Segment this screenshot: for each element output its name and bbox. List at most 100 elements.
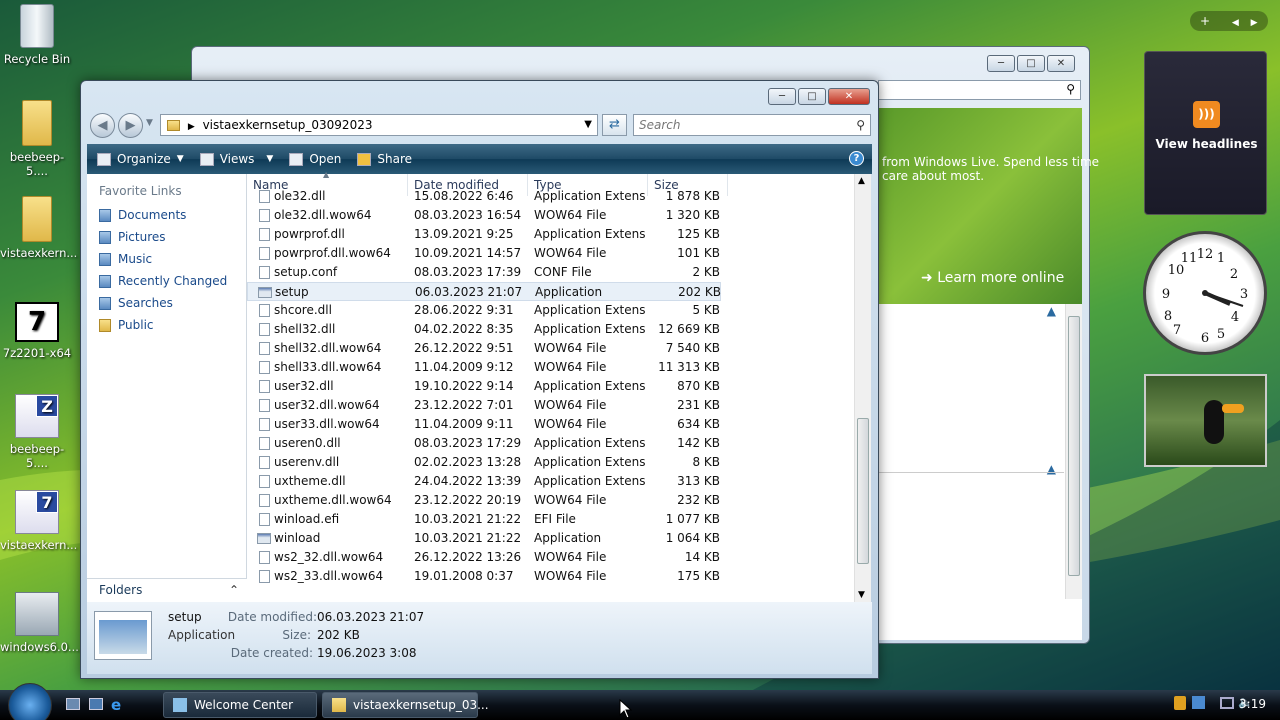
display-icon[interactable] <box>1220 697 1234 709</box>
taskbar-item-welcome-center[interactable]: Welcome Center <box>163 692 317 718</box>
help-icon[interactable]: ? <box>849 151 864 166</box>
maximize-button[interactable]: □ <box>798 88 826 105</box>
table-row[interactable]: shcore.dll 28.06.2022 9:31 Application Ext… <box>247 301 721 320</box>
add-gadget-icon[interactable]: + <box>1200 14 1210 28</box>
shield-icon[interactable] <box>1174 696 1186 710</box>
network-icon[interactable] <box>1192 696 1205 709</box>
learn-more-link[interactable]: ➜ Learn more online <box>921 270 1064 286</box>
file-name: shell32.dll.wow64 <box>274 341 382 355</box>
table-row[interactable]: user33.dll.wow64 11.04.2009 9:11 WOW64 Fil… <box>247 415 721 434</box>
explorer-window[interactable]: ─ □ ✕ ◀ ▶ ▼ ▶ vistaexkernsetup_03092023 … <box>80 80 879 679</box>
back-button[interactable]: ◀ <box>90 113 115 138</box>
table-row[interactable]: winload 10.03.2021 21:22 Application 1 064 … <box>247 529 721 548</box>
table-row[interactable]: setup 06.03.2023 21:07 Application 202 KB <box>247 282 721 301</box>
close-button[interactable]: ✕ <box>1047 55 1075 72</box>
documents-icon <box>99 208 111 222</box>
file-name: uxtheme.dll.wow64 <box>274 493 392 507</box>
table-row[interactable]: ole32.dll.wow64 08.03.2023 16:54 WOW64 Fil… <box>247 206 721 225</box>
search-box[interactable]: ⚲ <box>878 80 1081 100</box>
desktop-icon-7z[interactable]: 7 7z2201-x64 <box>0 302 74 360</box>
open-button[interactable]: Open <box>289 152 341 166</box>
switch-windows-icon[interactable] <box>89 698 103 710</box>
desktop-icon-beebeep-folder[interactable]: beebeep-5.... <box>0 100 74 178</box>
taskbar-clock[interactable]: 3:19 <box>1239 697 1266 711</box>
table-row[interactable]: powrprof.dll 13.09.2021 9:25 Application E… <box>247 225 721 244</box>
taskbar-item-explorer[interactable]: vistaexkernsetup_03... <box>322 692 489 718</box>
table-row[interactable]: shell32.dll 04.02.2022 8:35 Application Ex… <box>247 320 721 339</box>
address-dropdown-icon[interactable]: ▼ <box>584 115 592 135</box>
view-headlines-label[interactable]: View headlines <box>1145 137 1268 151</box>
close-button[interactable]: ✕ <box>828 88 870 105</box>
minimize-button[interactable]: ─ <box>987 55 1015 72</box>
share-button[interactable]: Share <box>357 152 412 166</box>
file-date: 26.12.2022 13:26 <box>414 550 522 564</box>
desktop-icon-beebeep-zip[interactable]: Z beebeep-5.... <box>0 394 74 470</box>
table-row[interactable]: powrprof.dll.wow64 10.09.2021 14:57 WOW64 … <box>247 244 721 263</box>
scrollbar[interactable]: ▲ ▼ <box>854 174 871 602</box>
mouse-cursor-icon <box>619 699 633 719</box>
sidebar-controls[interactable]: + ◀ ▶ <box>1190 11 1268 31</box>
table-row[interactable]: uxtheme.dll 24.04.2022 13:39 Application E… <box>247 472 721 491</box>
nav-link-public[interactable]: Public <box>99 316 154 334</box>
table-row[interactable]: useren0.dll 08.03.2023 17:29 Application E… <box>247 434 721 453</box>
search-input[interactable]: Search ⚲ <box>633 114 871 136</box>
collapse-icon[interactable]: ▲ <box>1047 304 1056 318</box>
table-row[interactable]: winload.efi 10.03.2021 21:22 EFI File 1 077… <box>247 510 721 529</box>
table-row[interactable]: ws2_33.dll.wow64 19.01.2008 0:37 WOW64 Fil… <box>247 567 721 586</box>
maximize-button[interactable]: □ <box>1017 55 1045 72</box>
slideshow-gadget[interactable] <box>1144 374 1267 467</box>
minimize-button[interactable]: ─ <box>768 88 796 105</box>
folders-toggle[interactable]: Folders ⌃ <box>87 578 247 602</box>
feed-headlines-gadget[interactable]: ))) View headlines <box>1144 51 1267 215</box>
file-type: WOW64 File <box>534 360 607 374</box>
desktop-icon-recycle-bin[interactable]: Recycle Bin <box>0 4 74 66</box>
table-row[interactable]: user32.dll 19.10.2022 9:14 Application Ext… <box>247 377 721 396</box>
scroll-thumb[interactable] <box>857 418 869 564</box>
file-name: winload <box>274 531 321 545</box>
recent-pages-icon[interactable]: ▼ <box>146 118 153 128</box>
forward-button[interactable]: ▶ <box>118 113 143 138</box>
collapse-icon[interactable]: ▲ <box>1047 462 1056 476</box>
table-row[interactable]: ole32.dll 15.08.2022 6:46 Application Exte… <box>247 187 721 206</box>
nav-link-pictures[interactable]: Pictures <box>99 228 166 246</box>
scroll-down-icon[interactable]: ▼ <box>858 590 865 600</box>
application-icon <box>257 533 271 544</box>
internet-explorer-icon[interactable]: e <box>111 696 121 714</box>
search-icon[interactable]: ⚲ <box>856 115 865 135</box>
refresh-button[interactable]: ⇄ <box>602 114 627 136</box>
desktop-icon-vistaexkern-zip[interactable]: 7 vistaexkern... <box>0 490 77 552</box>
file-type: Application Extens... <box>534 379 646 393</box>
scrollbar[interactable] <box>1065 304 1082 599</box>
breadcrumb-arrow-icon[interactable]: ▶ <box>188 122 195 132</box>
nav-link-searches[interactable]: Searches <box>99 294 173 312</box>
details-pane: setup Application Date modified: 06.03.2… <box>87 602 872 674</box>
organize-button[interactable]: Organize ▼ <box>97 152 184 166</box>
address-bar[interactable]: ▶ vistaexkernsetup_03092023 ▼ <box>160 114 598 136</box>
table-row[interactable]: ws2_32.dll.wow64 26.12.2022 13:26 WOW64 Fi… <box>247 548 721 567</box>
breadcrumb[interactable]: vistaexkernsetup_03092023 <box>203 118 373 132</box>
nav-link-recently-changed[interactable]: Recently Changed <box>99 272 227 290</box>
table-row[interactable]: uxtheme.dll.wow64 23.12.2022 20:19 WOW64 F… <box>247 491 721 510</box>
table-row[interactable]: shell32.dll.wow64 26.12.2022 9:51 WOW64 Fi… <box>247 339 721 358</box>
table-row[interactable]: shell33.dll.wow64 11.04.2009 9:12 WOW64 Fi… <box>247 358 721 377</box>
start-button[interactable] <box>8 683 52 720</box>
file-name: shell33.dll.wow64 <box>274 360 382 374</box>
desktop-icon-vistaexkern-folder[interactable]: vistaexkern... <box>0 196 77 260</box>
table-row[interactable]: userenv.dll 02.02.2023 13:28 Application E… <box>247 453 721 472</box>
views-button[interactable]: Views ▼ <box>199 152 273 166</box>
nav-link-documents[interactable]: Documents <box>99 206 186 224</box>
nav-link-music[interactable]: Music <box>99 250 152 268</box>
svg-text:3: 3 <box>1240 287 1248 302</box>
clock-gadget[interactable]: 12 2 3 467 8 9 10 1 5 11 <box>1143 231 1267 355</box>
table-row[interactable]: setup.conf 08.03.2023 17:39 CONF File 2 KB <box>247 263 721 282</box>
show-desktop-icon[interactable] <box>66 698 80 710</box>
zip-icon: 7 <box>15 490 59 534</box>
previous-icon[interactable]: ◀ <box>1232 18 1239 28</box>
table-row[interactable]: user32.dll.wow64 23.12.2022 7:01 WOW64 Fil… <box>247 396 721 415</box>
next-icon[interactable]: ▶ <box>1251 18 1258 28</box>
scroll-up-icon[interactable]: ▲ <box>858 176 865 186</box>
file-size: 175 KB <box>677 569 720 583</box>
file-type: WOW64 File <box>534 417 607 431</box>
desktop-icon-windows6[interactable]: windows6.0.... <box>0 592 83 654</box>
scroll-thumb[interactable] <box>1068 316 1080 576</box>
